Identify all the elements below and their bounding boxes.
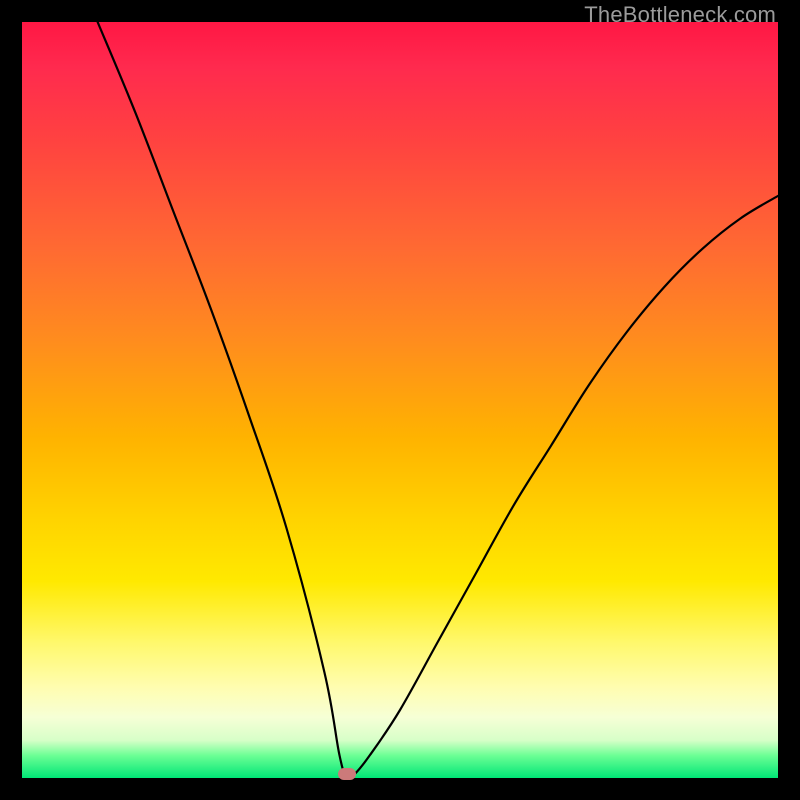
- bottleneck-curve: [22, 22, 778, 778]
- chart-frame: TheBottleneck.com: [0, 0, 800, 800]
- optimum-marker: [338, 768, 356, 780]
- watermark-label: TheBottleneck.com: [584, 2, 776, 28]
- plot-area: [22, 22, 778, 778]
